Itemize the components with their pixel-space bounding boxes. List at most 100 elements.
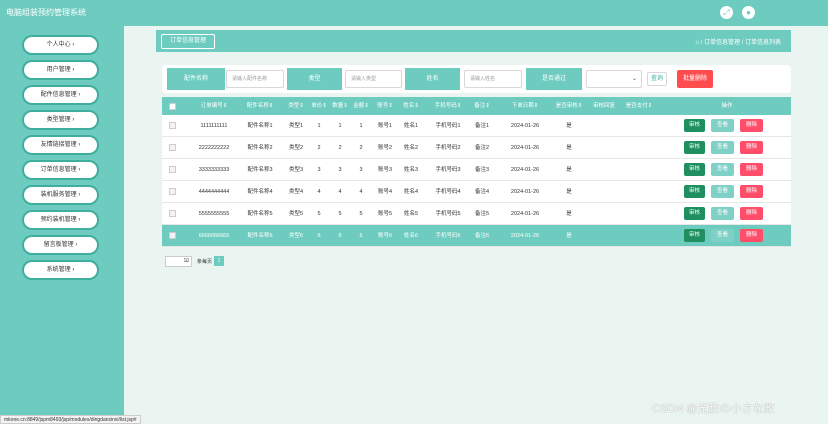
status-bar-url: mkone.cn:8849/jspm8493/jsp/modules/dingd… bbox=[0, 415, 141, 424]
cell-person: 姓名3 bbox=[403, 167, 419, 173]
col-account[interactable]: 账号⇕ bbox=[373, 97, 397, 115]
page-title-button[interactable]: 订单信息管理 bbox=[161, 34, 216, 49]
delete-button[interactable]: 删除 bbox=[740, 141, 763, 154]
part-name-input[interactable]: 请输入配件名称 bbox=[226, 70, 284, 88]
review-button[interactable]: 审核 bbox=[684, 163, 705, 176]
type-input[interactable]: 请输入类型 bbox=[345, 70, 402, 88]
review-button[interactable]: 审核 bbox=[684, 185, 705, 198]
cell-account: 账号3 bbox=[377, 167, 393, 173]
cell-note: 备注6 bbox=[474, 233, 490, 239]
col-actions: 操作 bbox=[721, 103, 733, 109]
page-number-button[interactable]: 1 bbox=[214, 256, 224, 266]
cell-amount: 4 bbox=[359, 189, 363, 195]
review-button[interactable]: 审核 bbox=[684, 229, 705, 242]
view-button[interactable]: 查看 bbox=[711, 229, 734, 242]
select-all-checkbox[interactable] bbox=[169, 103, 176, 110]
chevron-down-icon: ⌄ bbox=[184, 258, 189, 264]
cell-price: 6 bbox=[317, 233, 321, 239]
cell-approved: 是 bbox=[566, 189, 572, 195]
cell-type: 类型3 bbox=[288, 167, 304, 173]
sidebar-item-orders[interactable]: 订单信息管理 › bbox=[24, 162, 97, 178]
sidebar-item-booking[interactable]: 预约装机管理 › bbox=[24, 212, 97, 228]
page-size-text: 条每页 bbox=[197, 259, 213, 265]
view-button[interactable]: 查看 bbox=[711, 185, 734, 198]
cell-approved: 是 bbox=[566, 233, 572, 239]
row-checkbox[interactable] bbox=[169, 144, 176, 151]
sidebar-item-types[interactable]: 类型管理 › bbox=[24, 112, 97, 128]
col-paid[interactable]: 是否支付⇕ bbox=[622, 97, 656, 115]
cell-qty: 3 bbox=[338, 167, 342, 173]
cell-phone: 手机号码5 bbox=[435, 211, 461, 217]
col-order-id[interactable]: 订单编号⇕ bbox=[192, 97, 236, 115]
cell-part-name: 配件名称4 bbox=[247, 189, 273, 195]
view-button[interactable]: 查看 bbox=[711, 207, 734, 220]
cell-price: 2 bbox=[317, 145, 321, 151]
cell-note: 备注2 bbox=[474, 145, 490, 151]
col-type[interactable]: 类型⇕ bbox=[284, 97, 308, 115]
view-button[interactable]: 查看 bbox=[711, 141, 734, 154]
col-part-name[interactable]: 配件名称⇕ bbox=[240, 97, 280, 115]
cell-price: 5 bbox=[317, 211, 321, 217]
cell-qty: 2 bbox=[338, 145, 342, 151]
delete-button[interactable]: 删除 bbox=[740, 229, 763, 242]
row-checkbox[interactable] bbox=[169, 188, 176, 195]
col-amount[interactable]: 金额⇕ bbox=[351, 97, 371, 115]
cell-amount: 5 bbox=[359, 211, 363, 217]
delete-button[interactable]: 删除 bbox=[740, 207, 763, 220]
sidebar-item-links[interactable]: 友情链接管理 › bbox=[24, 137, 97, 153]
name-input[interactable]: 请输入姓名 bbox=[464, 70, 522, 88]
expand-icon[interactable]: ⤢ bbox=[720, 6, 733, 19]
breadcrumb: 订单信息管理 ⌂ / 订单信息管理 / 订单信息列表 bbox=[156, 30, 791, 52]
review-button[interactable]: 审核 bbox=[684, 141, 705, 154]
row-checkbox[interactable] bbox=[169, 166, 176, 173]
row-checkbox[interactable] bbox=[169, 210, 176, 217]
review-button[interactable]: 审核 bbox=[684, 119, 705, 132]
col-price[interactable]: 单价⇕ bbox=[309, 97, 329, 115]
top-bar: 电脑组装预约管理系统 ⤢ ● bbox=[0, 0, 828, 26]
orders-table: 订单编号⇕ 配件名称⇕ 类型⇕ 单价⇕ 数量⇕ 金额⇕ 账号⇕ 姓名⇕ 手机号码… bbox=[162, 97, 791, 247]
cell-phone: 手机号码3 bbox=[435, 167, 461, 173]
table-row: 1111111111 配件名称1 类型1 1 1 1 账号1 姓名1 手机号码1… bbox=[162, 115, 791, 137]
page-size-select[interactable]: 10 ⌄ bbox=[165, 256, 192, 267]
sidebar-item-profile[interactable]: 个人中心 › bbox=[24, 37, 97, 53]
cell-part-name: 配件名称2 bbox=[247, 145, 273, 151]
query-button[interactable]: 查询 bbox=[647, 72, 667, 86]
sidebar-item-users[interactable]: 用户管理 › bbox=[24, 62, 97, 78]
sidebar-item-parts[interactable]: 配件信息管理 › bbox=[24, 87, 97, 103]
delete-button[interactable]: 删除 bbox=[740, 185, 763, 198]
cell-order-id: 2222222222 bbox=[198, 145, 230, 151]
col-person[interactable]: 姓名⇕ bbox=[399, 97, 423, 115]
view-button[interactable]: 查看 bbox=[711, 163, 734, 176]
cell-date: 2024-01-26 bbox=[510, 233, 540, 239]
row-checkbox[interactable] bbox=[169, 122, 176, 129]
table-row: 3333333333 配件名称3 类型3 3 3 3 账号3 姓名3 手机号码3… bbox=[162, 159, 791, 181]
sidebar-item-system[interactable]: 系统管理 › bbox=[24, 262, 97, 278]
approved-select[interactable]: ⌄ bbox=[586, 70, 642, 88]
cell-type: 类型2 bbox=[288, 145, 304, 151]
col-phone[interactable]: 手机号码⇕ bbox=[428, 97, 468, 115]
col-approved[interactable]: 是否审核⇕ bbox=[552, 97, 586, 115]
cell-order-id: 5555555555 bbox=[198, 211, 230, 217]
col-date[interactable]: 下单日期⇕ bbox=[505, 97, 545, 115]
row-checkbox[interactable] bbox=[169, 232, 176, 239]
col-note[interactable]: 备注⇕ bbox=[470, 97, 494, 115]
chevron-down-icon: ⌄ bbox=[631, 76, 637, 82]
delete-button[interactable]: 删除 bbox=[740, 119, 763, 132]
cell-approved: 是 bbox=[566, 167, 572, 173]
cell-type: 类型5 bbox=[288, 211, 304, 217]
cell-account: 账号2 bbox=[377, 145, 393, 151]
col-qty[interactable]: 数量⇕ bbox=[330, 97, 350, 115]
delete-button[interactable]: 删除 bbox=[740, 163, 763, 176]
cell-price: 4 bbox=[317, 189, 321, 195]
cell-amount: 6 bbox=[359, 233, 363, 239]
user-icon[interactable]: ● bbox=[742, 6, 755, 19]
batch-delete-button[interactable]: 批量删除 bbox=[677, 70, 713, 88]
sidebar-item-messages[interactable]: 留言板管理 › bbox=[24, 237, 97, 253]
view-button[interactable]: 查看 bbox=[711, 119, 734, 132]
sidebar-item-assembly[interactable]: 装机服务管理 › bbox=[24, 187, 97, 203]
cell-person: 姓名4 bbox=[403, 189, 419, 195]
review-button[interactable]: 审核 bbox=[684, 207, 705, 220]
cell-note: 备注3 bbox=[474, 167, 490, 173]
cell-type: 类型4 bbox=[288, 189, 304, 195]
col-reply: 审核回复 bbox=[592, 103, 615, 109]
